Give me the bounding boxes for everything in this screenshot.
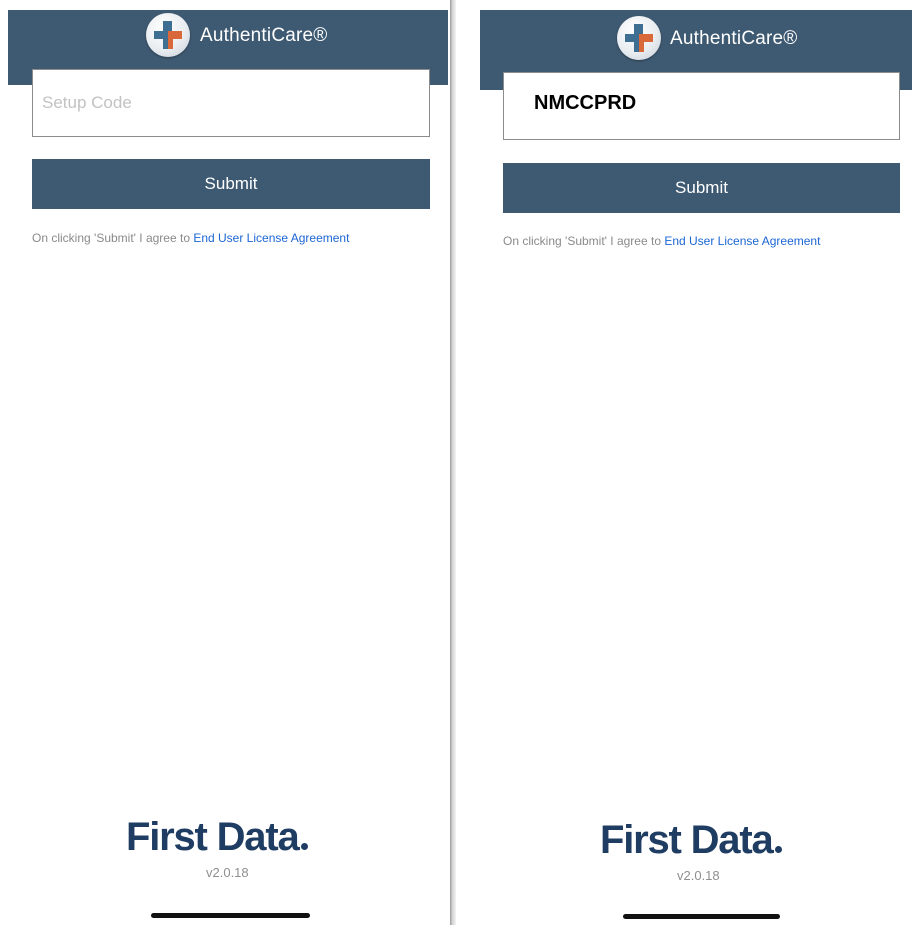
screen-divider xyxy=(450,0,456,925)
medical-cross-logo-icon xyxy=(146,13,190,57)
app-title: AuthentiCare® xyxy=(200,25,328,46)
eula-notice: On clicking 'Submit' I agree to End User… xyxy=(503,234,820,248)
brand-logo: First Data xyxy=(600,818,782,863)
eula-link[interactable]: End User License Agreement xyxy=(193,231,349,245)
brand-dot xyxy=(300,843,308,850)
submit-button[interactable]: Submit xyxy=(503,163,900,213)
eula-text: On clicking 'Submit' I agree to xyxy=(503,234,665,248)
brand-logo: First Data xyxy=(126,815,308,860)
brand-text: First Data xyxy=(126,815,300,859)
home-indicator[interactable] xyxy=(623,914,780,919)
eula-link[interactable]: End User License Agreement xyxy=(664,234,820,248)
eula-text: On clicking 'Submit' I agree to xyxy=(32,231,194,245)
setup-code-field[interactable] xyxy=(32,69,430,137)
app-title: AuthentiCare® xyxy=(670,28,798,49)
setup-code-input[interactable] xyxy=(33,70,429,136)
submit-button[interactable]: Submit xyxy=(32,159,430,209)
brand-dot xyxy=(774,846,782,853)
brand-text: First Data xyxy=(600,818,774,862)
phone-screen-right: AuthentiCare® Submit On clicking 'Submit… xyxy=(474,0,912,925)
app-version: v2.0.18 xyxy=(206,865,249,880)
setup-code-input[interactable] xyxy=(504,73,899,139)
setup-code-field[interactable] xyxy=(503,72,900,140)
eula-notice: On clicking 'Submit' I agree to End User… xyxy=(32,231,349,245)
medical-cross-logo-icon xyxy=(617,16,661,60)
home-indicator[interactable] xyxy=(151,913,310,918)
app-version: v2.0.18 xyxy=(677,868,720,883)
phone-screen-left: AuthentiCare® Submit On clicking 'Submit… xyxy=(0,0,450,925)
